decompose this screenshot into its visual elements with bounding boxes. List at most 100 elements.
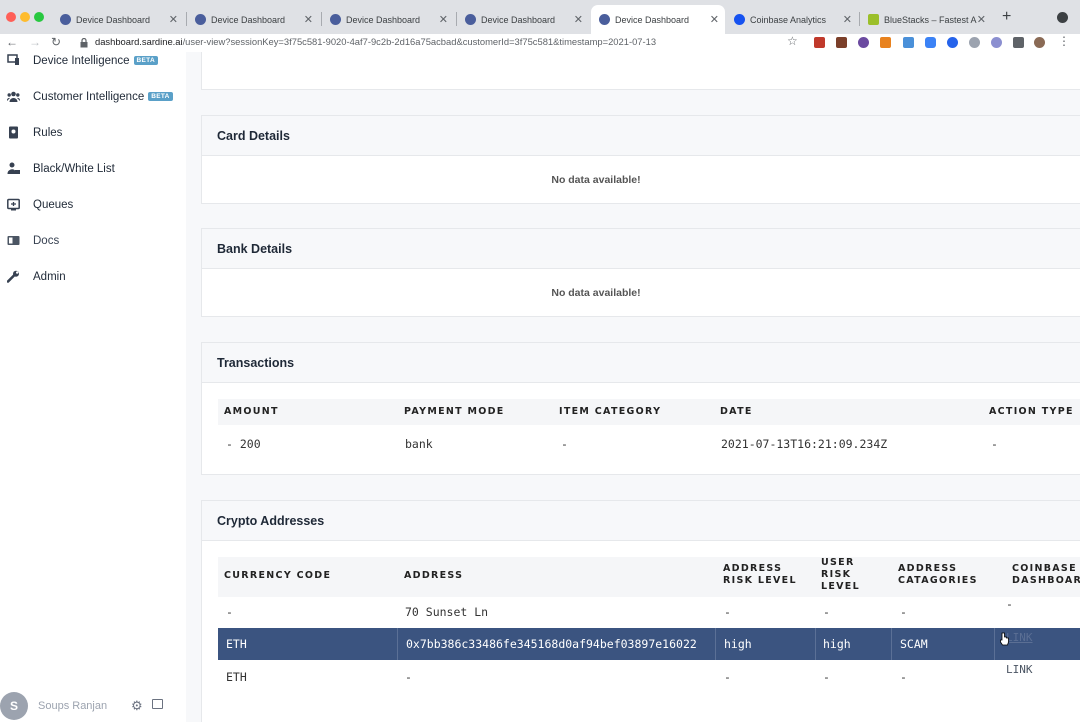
section-header: Bank Details <box>202 229 1080 269</box>
kebab-menu-icon[interactable]: ⋮ <box>1058 34 1070 48</box>
browser-tab[interactable]: Device Dashboard ✕ <box>52 5 184 34</box>
devices-icon <box>7 54 19 65</box>
sardine-favicon-icon <box>465 14 476 25</box>
user-profile-row: S Soups Ranjan ⚙ <box>0 690 186 722</box>
extension-icon[interactable] <box>991 37 1002 48</box>
column-header: ACTION TYPE <box>989 406 1074 417</box>
section-title: Crypto Addresses <box>217 513 325 528</box>
sidebar-item-docs[interactable]: Docs <box>0 226 186 256</box>
table-cell-amount: - 200 <box>226 437 261 451</box>
table-cell-categories: - <box>900 605 907 619</box>
user-name: Soups Ranjan <box>38 700 108 712</box>
section-title: Transactions <box>217 355 295 370</box>
sidebar-item-device-intelligence[interactable]: Device Intelligence BETA <box>0 46 186 76</box>
table-cell-address: 0x7bb386c33486fe345168d0af94bef03897e160… <box>406 637 697 651</box>
sidebar-item-queues[interactable]: Queues <box>0 190 186 220</box>
section-title: Card Details <box>217 128 290 143</box>
tab-close-icon[interactable]: ✕ <box>710 13 719 26</box>
table-cell-address-risk: - <box>724 605 731 619</box>
extension-icon[interactable] <box>903 37 914 48</box>
table-row-selected[interactable]: ETH 0x7bb386c33486fe345168d0af94bef03897… <box>202 628 1080 660</box>
avatar[interactable]: S <box>0 692 28 720</box>
tab-close-icon[interactable]: ✕ <box>843 13 852 26</box>
tab-title: Device Dashboard <box>211 14 286 25</box>
table-cell-address-risk: - <box>724 670 731 684</box>
sidebar-item-rules[interactable]: Rules <box>0 118 186 148</box>
user-lock-icon <box>7 162 20 174</box>
column-header: COINBASE DASHBOARD <box>1012 563 1080 586</box>
bookmark-star-icon[interactable]: ☆ <box>787 34 798 48</box>
book-open-icon <box>7 236 20 245</box>
bank-details-section: Bank Details No data available! <box>201 228 1080 317</box>
extension-icon[interactable] <box>947 37 958 48</box>
minimize-window-button[interactable] <box>20 12 30 22</box>
sidebar: Device Intelligence BETA Customer Intelli… <box>0 52 186 722</box>
coinbase-favicon-icon <box>734 14 745 25</box>
gear-icon[interactable]: ⚙ <box>131 698 143 714</box>
close-window-button[interactable] <box>6 12 16 22</box>
extension-icon[interactable] <box>969 37 980 48</box>
browser-tab[interactable]: Device Dashboard ✕ <box>457 5 589 34</box>
table-cell-user-risk: - <box>823 605 830 619</box>
browser-tab[interactable]: Coinbase Analytics ✕ <box>726 5 858 34</box>
column-header: ADDRESS RISK LEVEL <box>723 563 797 586</box>
tab-title: Device Dashboard <box>76 14 151 25</box>
sidebar-item-customer-intelligence[interactable]: Customer Intelligence BETA <box>0 82 186 112</box>
hand-pointer-cursor-icon <box>1000 632 1009 646</box>
tab-close-icon[interactable]: ✕ <box>977 13 986 26</box>
maximize-window-button[interactable] <box>34 12 44 22</box>
users-icon <box>7 91 20 102</box>
extension-icon[interactable] <box>814 37 825 48</box>
puzzle-extensions-icon[interactable] <box>1013 37 1024 48</box>
column-divider <box>815 628 816 660</box>
table-cell-action-type: - <box>991 437 998 451</box>
sidebar-item-label: Admin <box>33 271 66 283</box>
column-divider <box>397 628 398 660</box>
new-tab-plus-icon[interactable]: + <box>1002 8 1011 26</box>
tab-close-icon[interactable]: ✕ <box>169 13 178 26</box>
metamask-fox-icon[interactable] <box>880 37 891 48</box>
column-header: USER RISK LEVEL <box>821 557 860 592</box>
column-header: ADDRESS <box>404 570 464 581</box>
extension-icon[interactable] <box>858 37 869 48</box>
crypto-addresses-section: Crypto Addresses CURRENCY CODE ADDRESS A… <box>201 500 1080 722</box>
browser-tab-active[interactable]: Device Dashboard ✕ <box>591 5 725 34</box>
empty-state-text: No data available! <box>551 174 641 186</box>
browser-tab[interactable]: Device Dashboard ✕ <box>187 5 319 34</box>
logout-icon[interactable] <box>152 699 163 709</box>
section-title: Bank Details <box>217 241 293 256</box>
coinbase-dashboard-link[interactable]: LINK <box>1006 663 1033 676</box>
profile-avatar-icon[interactable] <box>1034 37 1045 48</box>
table-cell-user-risk: - <box>823 670 830 684</box>
column-header: ITEM CATEGORY <box>559 406 662 417</box>
section-header: Crypto Addresses <box>202 501 1080 541</box>
table-cell-address: - <box>405 670 412 684</box>
bluestacks-favicon-icon <box>868 14 879 25</box>
tab-close-icon[interactable]: ✕ <box>574 13 583 26</box>
sidebar-item-label: Docs <box>33 235 60 247</box>
table-cell-item-category: - <box>561 437 568 451</box>
tab-title: Device Dashboard <box>615 14 690 25</box>
sardine-favicon-icon <box>60 14 71 25</box>
table-cell-categories: - <box>900 670 907 684</box>
table-cell-categories: SCAM <box>900 637 928 651</box>
tab-close-icon[interactable]: ✕ <box>439 13 448 26</box>
sidebar-item-label: Customer Intelligence BETA <box>33 91 173 103</box>
tab-close-icon[interactable]: ✕ <box>304 13 313 26</box>
tab-title: Device Dashboard <box>346 14 421 25</box>
extension-icon[interactable] <box>925 37 936 48</box>
coinbase-dashboard-link[interactable]: LINK <box>1006 631 1033 644</box>
empty-state-text: No data available! <box>551 287 641 299</box>
previous-section-card <box>201 52 1080 90</box>
chrome-profile-icon[interactable] <box>1057 12 1068 23</box>
sidebar-item-label: Black/White List <box>33 163 115 175</box>
sidebar-item-label: Device Intelligence BETA <box>33 55 158 67</box>
sidebar-item-black-white-list[interactable]: Black/White List <box>0 154 186 184</box>
browser-tab[interactable]: Device Dashboard ✕ <box>322 5 454 34</box>
sidebar-item-admin[interactable]: Admin <box>0 262 186 292</box>
table-cell-currency: - <box>226 605 233 619</box>
browser-tab[interactable]: BlueStacks – Fastest A ✕ <box>860 5 992 34</box>
column-header: ADDRESS CATAGORIES <box>898 563 978 586</box>
extension-icon[interactable] <box>836 37 847 48</box>
beta-badge: BETA <box>148 92 173 101</box>
